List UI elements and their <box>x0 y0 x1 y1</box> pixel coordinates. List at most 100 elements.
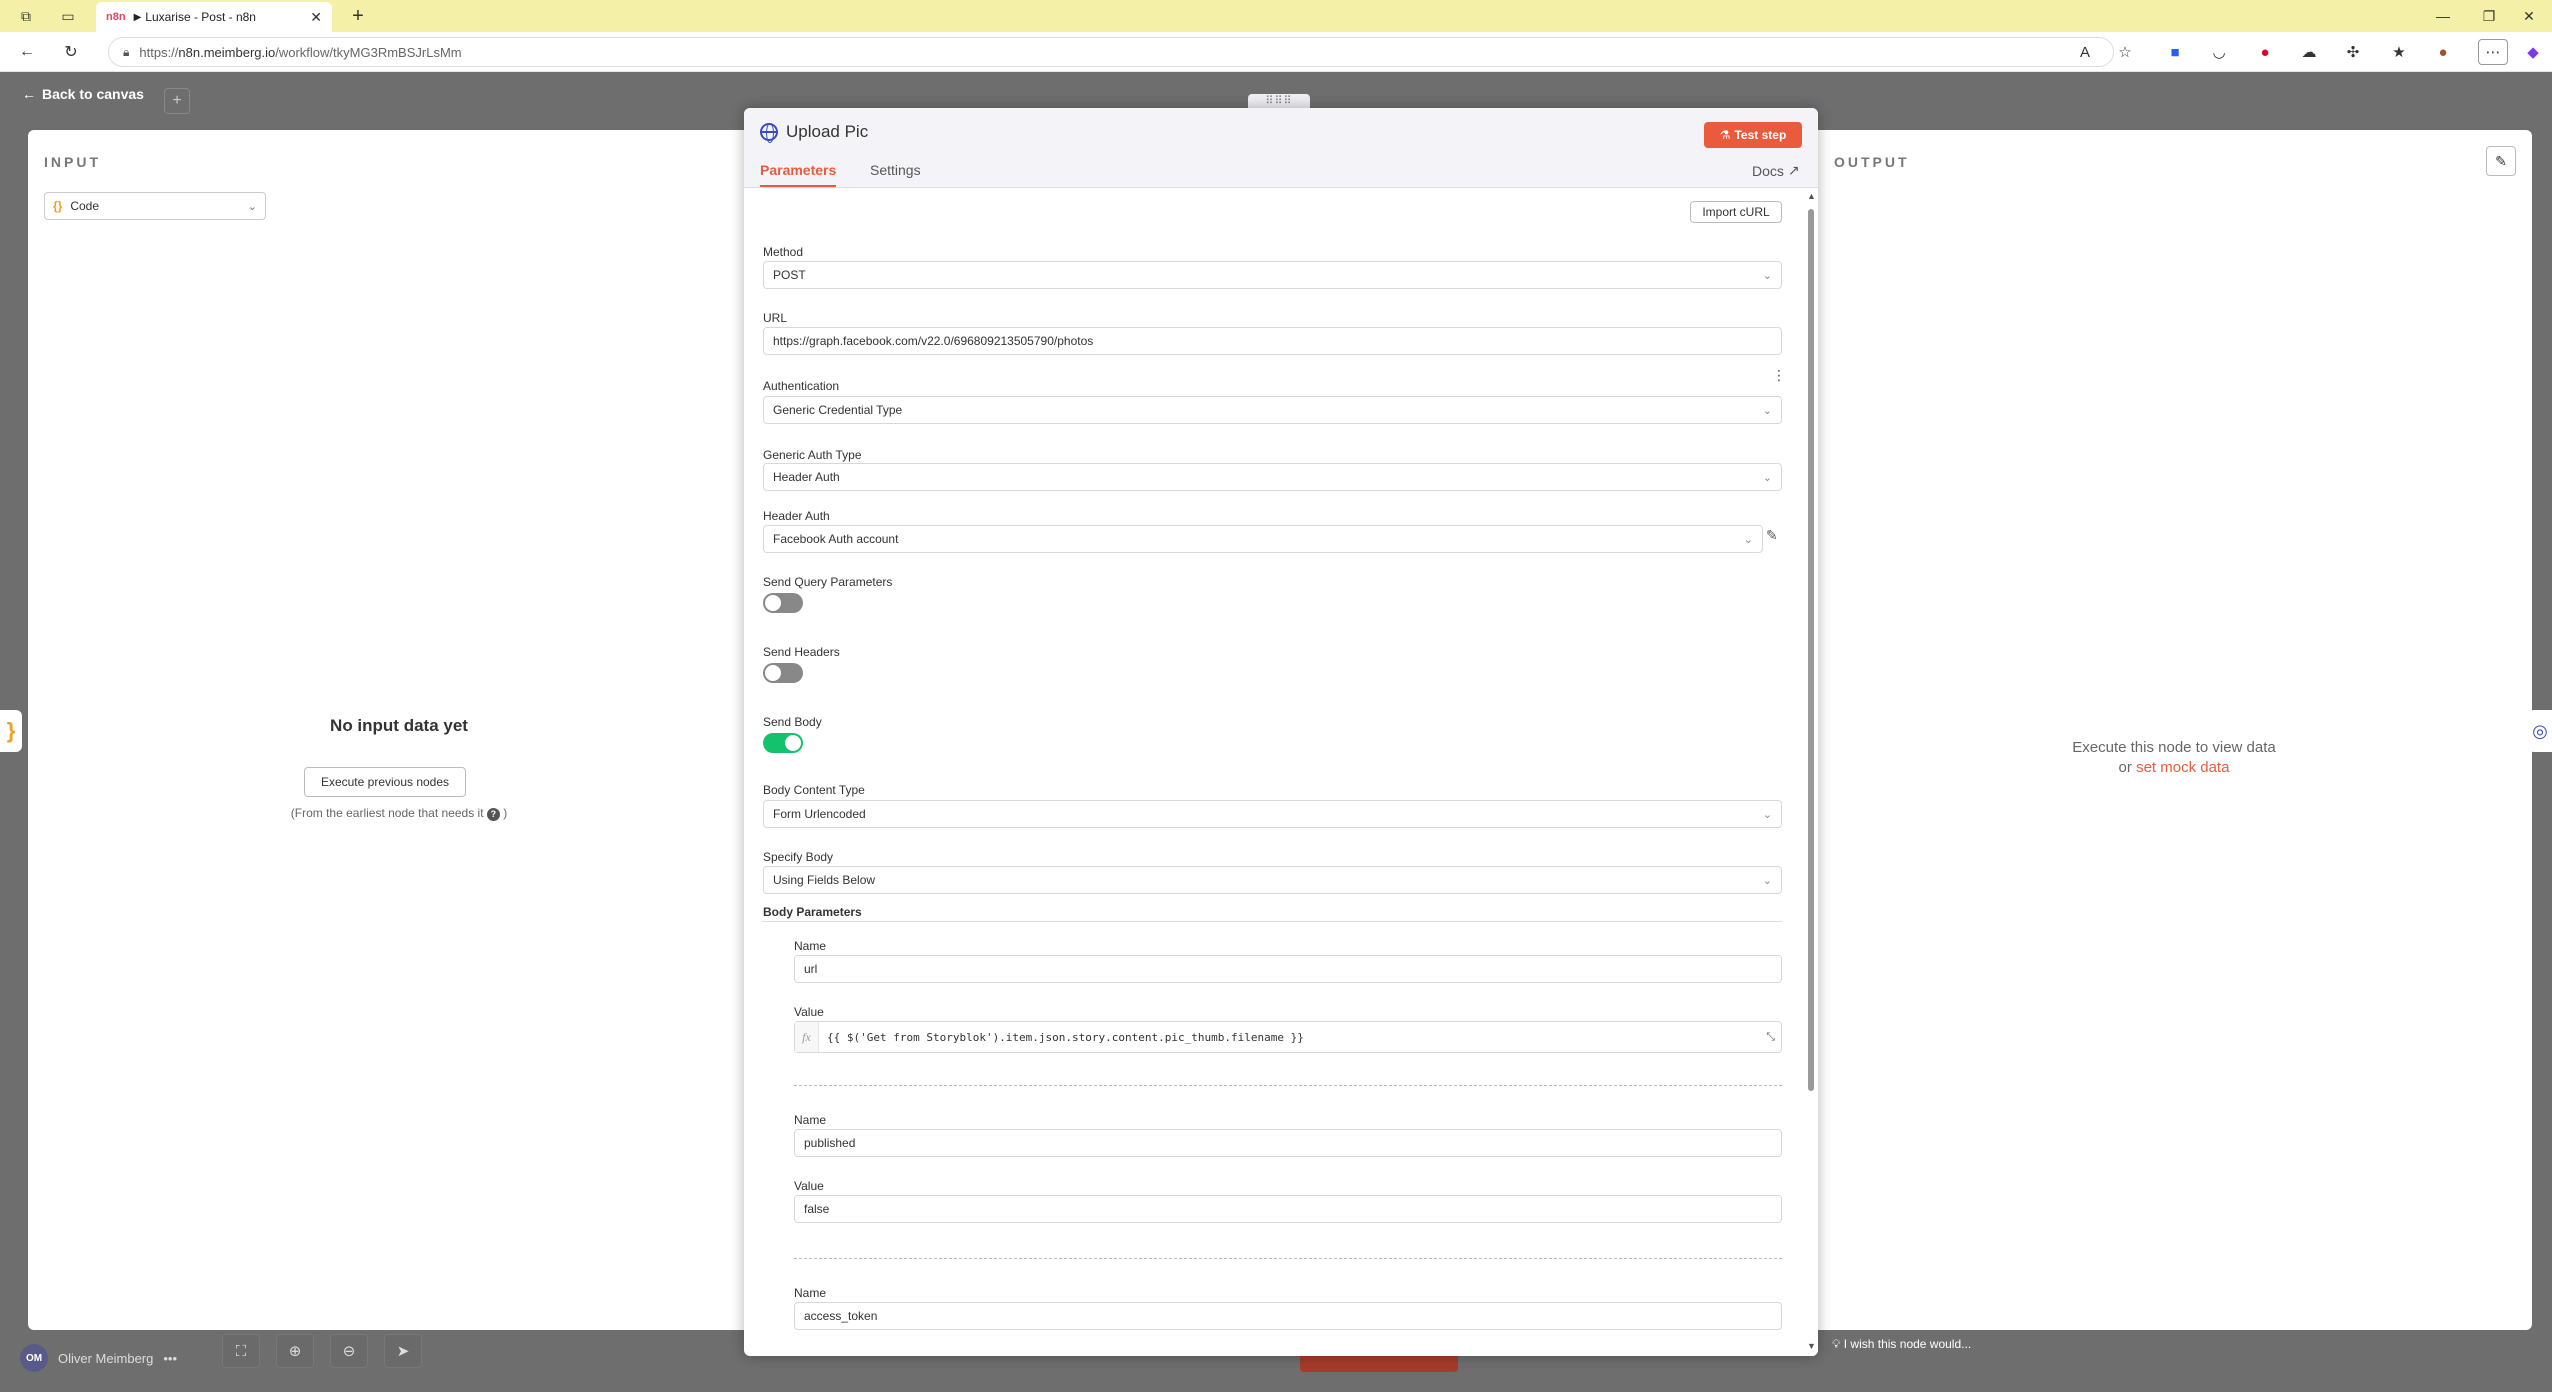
body-content-type-select[interactable]: Form Urlencoded ⌄ <box>763 800 1782 828</box>
generic-auth-type-label: Generic Auth Type <box>763 448 862 462</box>
extensions-icon[interactable]: ✣ <box>2338 32 2368 72</box>
feedback-link[interactable]: 💡︎ I wish this node would... <box>1832 1337 1971 1352</box>
parameters-scrollbar[interactable]: ▲ ▼ <box>1806 189 1818 1356</box>
method-select[interactable]: POST ⌄ <box>763 261 1782 289</box>
param-divider <box>794 1085 1782 1086</box>
lock-icon: 🔒︎ <box>123 44 130 59</box>
authentication-label: Authentication <box>763 379 840 393</box>
authentication-value: Generic Credential Type <box>773 403 903 417</box>
send-body-label: Send Body <box>763 715 822 729</box>
param-value-label: Value <box>794 1005 824 1019</box>
param-value-input[interactable]: false <box>794 1195 1782 1223</box>
previous-node-code-icon[interactable]: } <box>0 710 22 752</box>
back-icon[interactable]: ← <box>10 32 44 72</box>
param-divider <box>794 1258 1782 1259</box>
address-bar[interactable]: 🔒︎ https:// n8n.meimberg.io /workflow/tk… <box>108 37 2114 67</box>
specify-body-select[interactable]: Using Fields Below ⌄ <box>763 866 1782 894</box>
param-name-value: published <box>804 1136 856 1150</box>
profile-icon[interactable]: ● <box>2428 32 2458 72</box>
method-label: Method <box>763 245 804 259</box>
lightbulb-icon: 💡︎ <box>1832 1337 1841 1351</box>
playing-icon: ▶ <box>133 11 142 23</box>
docs-link[interactable]: Docs ↗ <box>1752 162 1800 179</box>
param-name-input[interactable]: access_token <box>794 1302 1782 1330</box>
no-input-heading: No input data yet <box>330 716 468 735</box>
close-tab-icon[interactable]: ✕ <box>310 9 322 26</box>
specify-body-label: Specify Body <box>763 850 834 864</box>
param-name-value: url <box>804 962 818 976</box>
fit-view-icon[interactable]: ⛶ <box>222 1334 260 1368</box>
input-hint: (From the earliest node that needs it ? … <box>28 806 770 821</box>
minimize-button[interactable]: — <box>2420 0 2466 32</box>
input-panel-title: INPUT <box>44 154 101 170</box>
body-content-type-label: Body Content Type <box>763 783 865 797</box>
more-menu-icon[interactable]: ⋯ <box>2478 39 2508 65</box>
favorites-icon[interactable]: ★ <box>2384 32 2414 72</box>
chevron-down-icon: ⌄ <box>1762 874 1772 887</box>
workspaces-icon[interactable]: ⧉ <box>12 0 40 32</box>
url-input[interactable]: https://graph.facebook.com/v22.0/6968092… <box>763 327 1782 355</box>
set-mock-data-link[interactable]: set mock data <box>2136 759 2229 776</box>
send-query-toggle[interactable] <box>763 593 803 613</box>
cursor-icon[interactable]: ➤ <box>384 1334 422 1368</box>
tab-title: Luxarise - Post - n8n <box>145 10 256 24</box>
back-to-canvas-label: Back to canvas <box>42 86 144 102</box>
divider <box>762 921 1782 922</box>
tab-settings[interactable]: Settings <box>870 162 921 178</box>
zoom-in-icon[interactable]: ⊕ <box>276 1334 314 1368</box>
output-empty-message: Execute this node to view data or set mo… <box>1816 738 2532 778</box>
input-source-select[interactable]: {} Code ⌄ <box>44 192 266 220</box>
close-window-button[interactable]: ✕ <box>2506 0 2552 32</box>
test-step-button[interactable]: ⚗ Test step <box>1704 122 1802 148</box>
param-value-expression-input[interactable]: fx {{ $('Get from Storyblok').item.json.… <box>794 1021 1782 1053</box>
next-node-globe-icon[interactable]: ◎ <box>2528 710 2552 752</box>
param-value-expression: {{ $('Get from Storyblok').item.json.sto… <box>827 1030 1304 1044</box>
url-path: /workflow/tkyMG3RmBSJrLsMm <box>275 44 462 60</box>
param-name-label: Name <box>794 1113 827 1127</box>
back-to-canvas-link[interactable]: ← Back to canvas <box>22 86 144 102</box>
vertical-tabs-icon[interactable]: ▭ <box>54 0 82 32</box>
header-auth-select[interactable]: Facebook Auth account ⌄ <box>763 525 1763 553</box>
send-headers-toggle[interactable] <box>763 663 803 683</box>
fx-icon: fx <box>795 1022 819 1052</box>
refresh-icon[interactable]: ↻ <box>54 32 88 72</box>
help-icon[interactable]: ? <box>486 808 500 821</box>
code-icon: {} <box>53 199 63 213</box>
tab-parameters[interactable]: Parameters <box>760 162 837 187</box>
send-body-toggle[interactable] <box>763 733 803 753</box>
copilot-icon[interactable]: ◆ <box>2518 32 2548 72</box>
pinterest-icon[interactable]: ● <box>2250 32 2280 72</box>
output-message-line1: Execute this node to view data <box>2072 739 2276 756</box>
favorite-star-icon[interactable]: ☆ <box>2110 32 2140 72</box>
add-node-button[interactable]: + <box>164 88 190 114</box>
header-auth-label: Header Auth <box>763 509 830 523</box>
scroll-down-icon[interactable]: ▼ <box>1807 1341 1816 1351</box>
more-dots-icon[interactable]: ••• <box>163 1351 177 1366</box>
zoom-out-icon[interactable]: ⊖ <box>330 1334 368 1368</box>
execute-previous-button[interactable]: Execute previous nodes <box>304 767 466 797</box>
read-aloud-icon[interactable]: A <box>2070 32 2100 72</box>
generic-auth-type-select[interactable]: Header Auth ⌄ <box>763 463 1782 491</box>
cloud-icon[interactable]: ☁ <box>2294 32 2324 72</box>
bitwarden-icon[interactable]: ■ <box>2160 32 2190 72</box>
user-menu[interactable]: OM Oliver Meimberg ••• <box>20 1344 177 1372</box>
edit-output-pencil-icon[interactable]: ✎ <box>2486 146 2516 176</box>
node-title-text[interactable]: Upload Pic <box>786 122 868 142</box>
authentication-select[interactable]: Generic Credential Type ⌄ <box>763 396 1782 424</box>
scroll-up-icon[interactable]: ▲ <box>1807 191 1816 201</box>
chevron-down-icon: ⌄ <box>1743 533 1753 546</box>
new-tab-button[interactable]: + <box>344 0 372 32</box>
expand-editor-icon[interactable]: ⤡ <box>1766 1030 1775 1044</box>
scrollbar-thumb[interactable] <box>1808 209 1814 1091</box>
browser-tab[interactable]: n8n ▶ Luxarise - Post - n8n ✕ <box>96 2 332 32</box>
pocket-icon[interactable]: ◡ <box>2204 32 2234 72</box>
import-curl-button[interactable]: Import cURL <box>1690 201 1782 223</box>
param-name-input[interactable]: published <box>794 1129 1782 1157</box>
param-name-label: Name <box>794 1286 827 1300</box>
url-value: https://graph.facebook.com/v22.0/6968092… <box>773 334 1094 348</box>
param-name-input[interactable]: url <box>794 955 1782 983</box>
specify-body-value: Using Fields Below <box>773 873 876 887</box>
options-kebab-icon[interactable]: ⋮ <box>1772 367 1786 384</box>
generic-auth-type-value: Header Auth <box>773 470 840 484</box>
edit-credential-pencil-icon[interactable]: ✎ <box>1766 527 1778 544</box>
